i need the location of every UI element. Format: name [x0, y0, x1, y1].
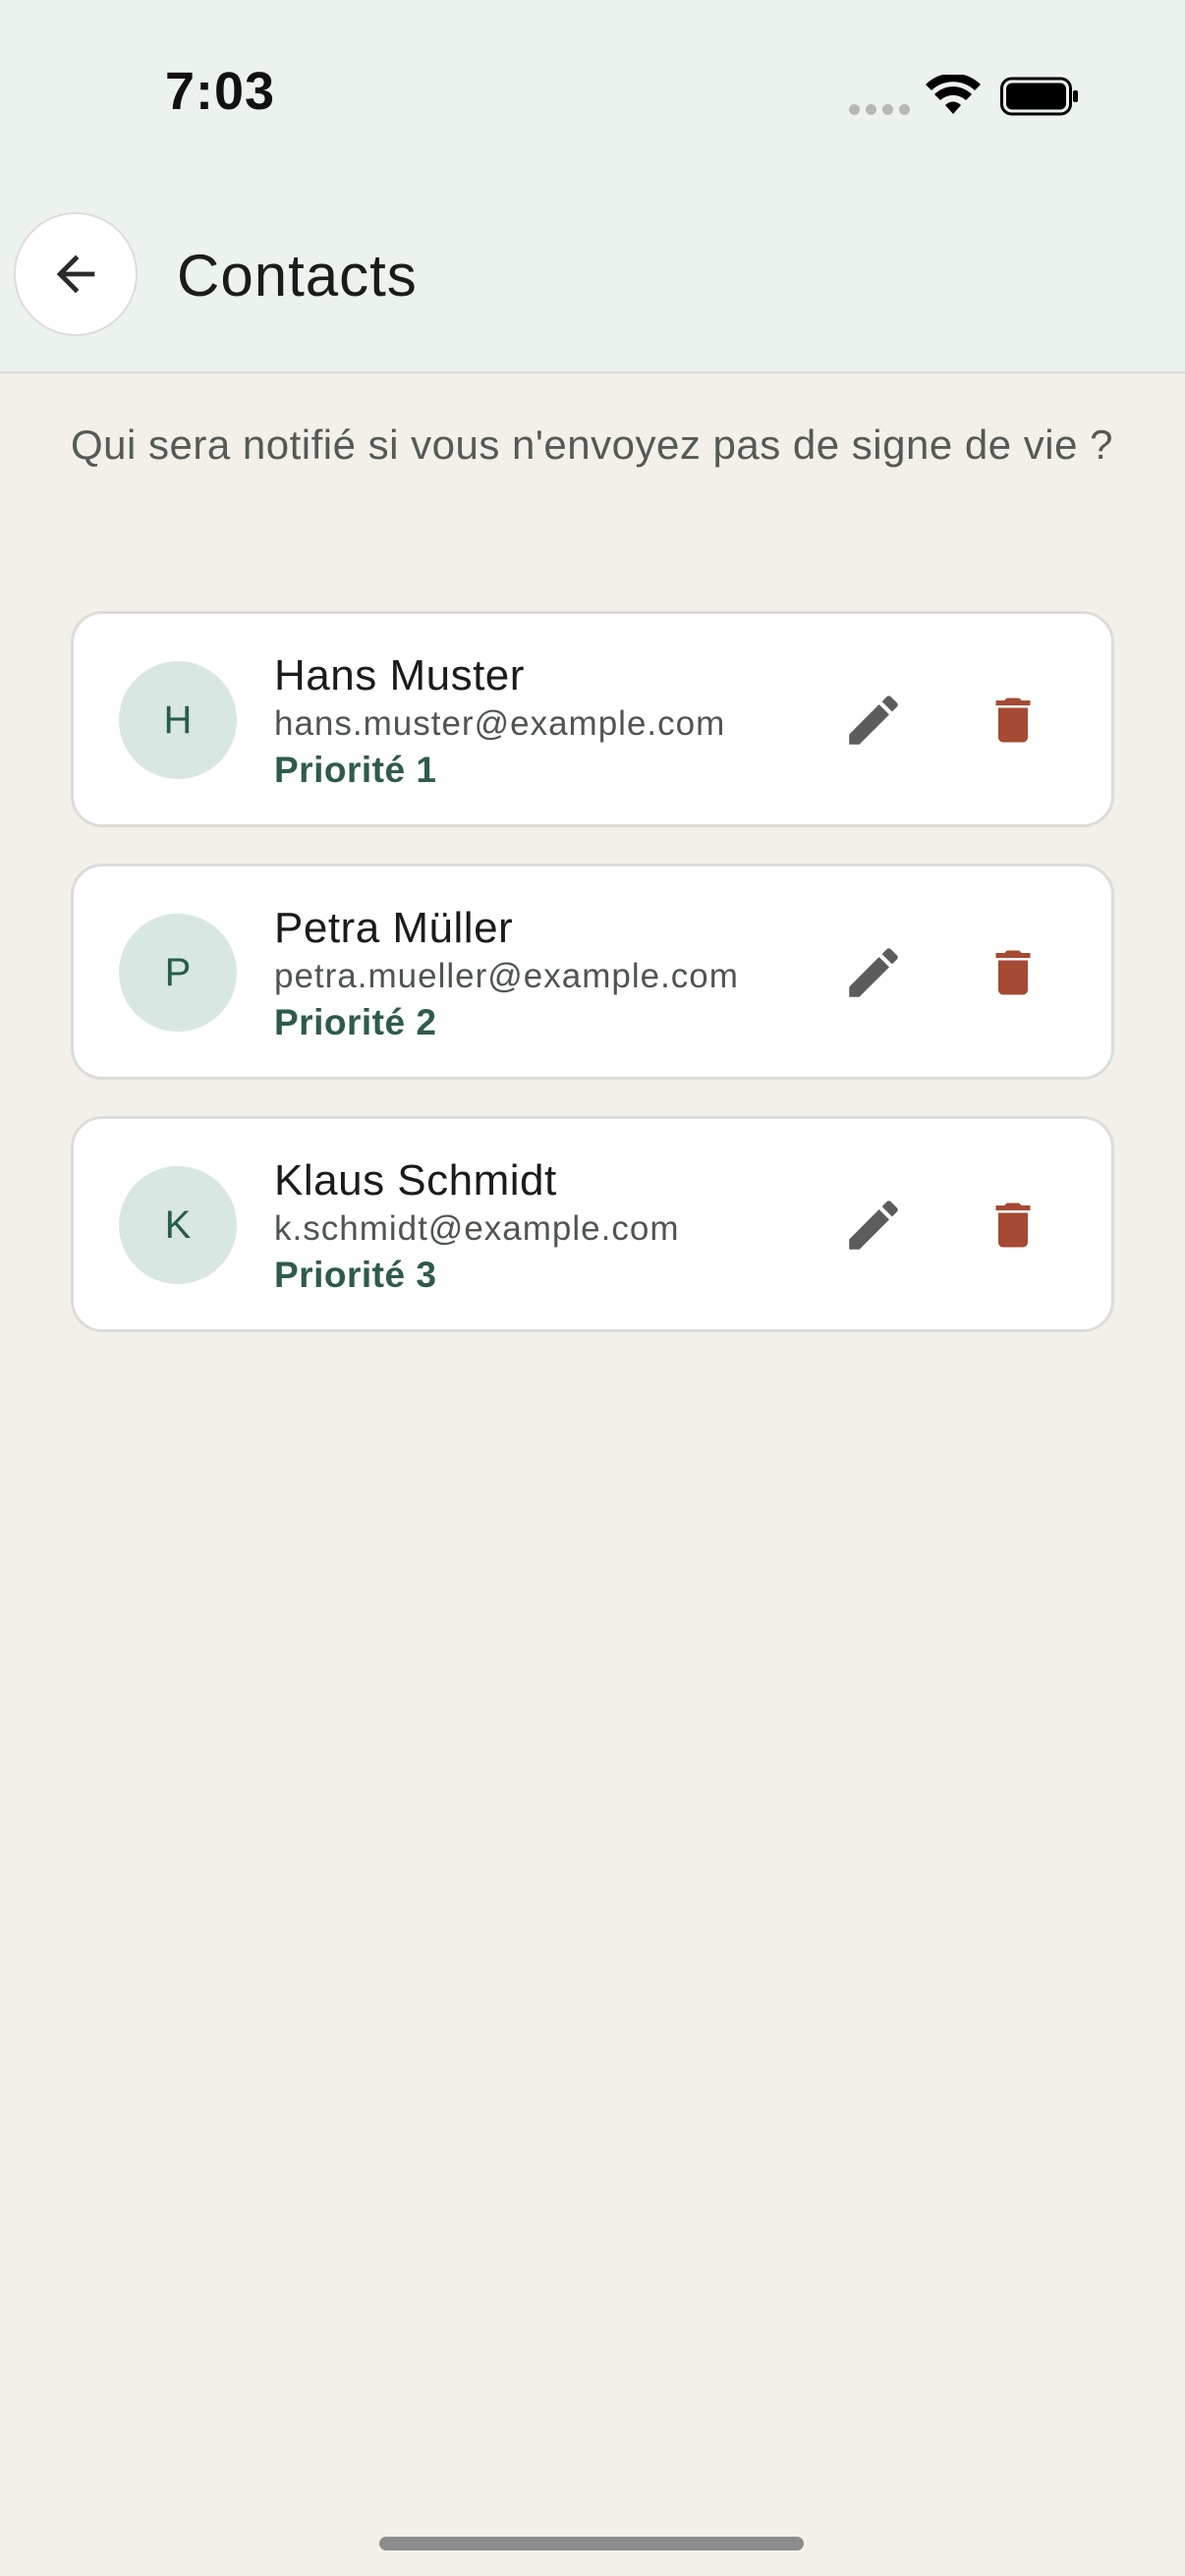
page-title: Contacts: [177, 243, 418, 308]
status-time: 7:03: [165, 62, 276, 121]
contact-card: H Hans Muster hans.muster@example.com Pr…: [71, 611, 1114, 827]
contact-email: petra.mueller@example.com: [274, 957, 739, 995]
contact-card: P Petra Müller petra.mueller@example.com…: [71, 864, 1114, 1080]
status-bar: 7:03: [0, 0, 1185, 187]
delete-contact-button[interactable]: [956, 1168, 1070, 1282]
edit-contact-button[interactable]: [817, 916, 931, 1030]
contact-priority: Priorité 1: [274, 750, 437, 790]
trash-icon: [995, 950, 1031, 995]
pencil-icon: [849, 1201, 898, 1250]
trash-icon: [995, 698, 1031, 743]
delete-contact-button[interactable]: [956, 916, 1070, 1030]
header-area: 7:03 Contacts: [0, 0, 1185, 373]
back-button[interactable]: [14, 212, 138, 336]
pencil-icon: [849, 948, 898, 997]
intro-text: Qui sera notifié si vous n'envoyez pas d…: [71, 421, 1113, 468]
avatar: H: [119, 661, 237, 779]
contact-info: Klaus Schmidt k.schmidt@example.com Prio…: [274, 1154, 824, 1300]
contact-name: Hans Muster: [274, 651, 525, 700]
contact-name: Klaus Schmidt: [274, 1156, 557, 1204]
contact-info: Petra Müller petra.mueller@example.com P…: [274, 902, 824, 1047]
avatar: K: [119, 1166, 237, 1284]
battery-icon: [1000, 77, 1078, 116]
contact-info: Hans Muster hans.muster@example.com Prio…: [274, 649, 824, 795]
pencil-icon: [849, 696, 898, 745]
edit-contact-button[interactable]: [817, 663, 931, 777]
contact-card: K Klaus Schmidt k.schmidt@example.com Pr…: [71, 1116, 1114, 1332]
contact-name: Petra Müller: [274, 904, 514, 952]
trash-icon: [995, 1203, 1031, 1248]
cellular-signal-icon: [849, 104, 910, 115]
delete-contact-button[interactable]: [956, 663, 1070, 777]
app-bar: Contacts: [0, 212, 1185, 340]
edit-contact-button[interactable]: [817, 1168, 931, 1282]
contact-priority: Priorité 2: [274, 1002, 437, 1042]
contact-priority: Priorité 3: [274, 1255, 437, 1295]
home-indicator[interactable]: [379, 2537, 804, 2550]
avatar: P: [119, 914, 237, 1032]
contact-email: hans.muster@example.com: [274, 704, 726, 743]
wifi-icon: [926, 75, 981, 114]
arrow-left-icon: [56, 254, 95, 294]
contact-email: k.schmidt@example.com: [274, 1209, 680, 1248]
